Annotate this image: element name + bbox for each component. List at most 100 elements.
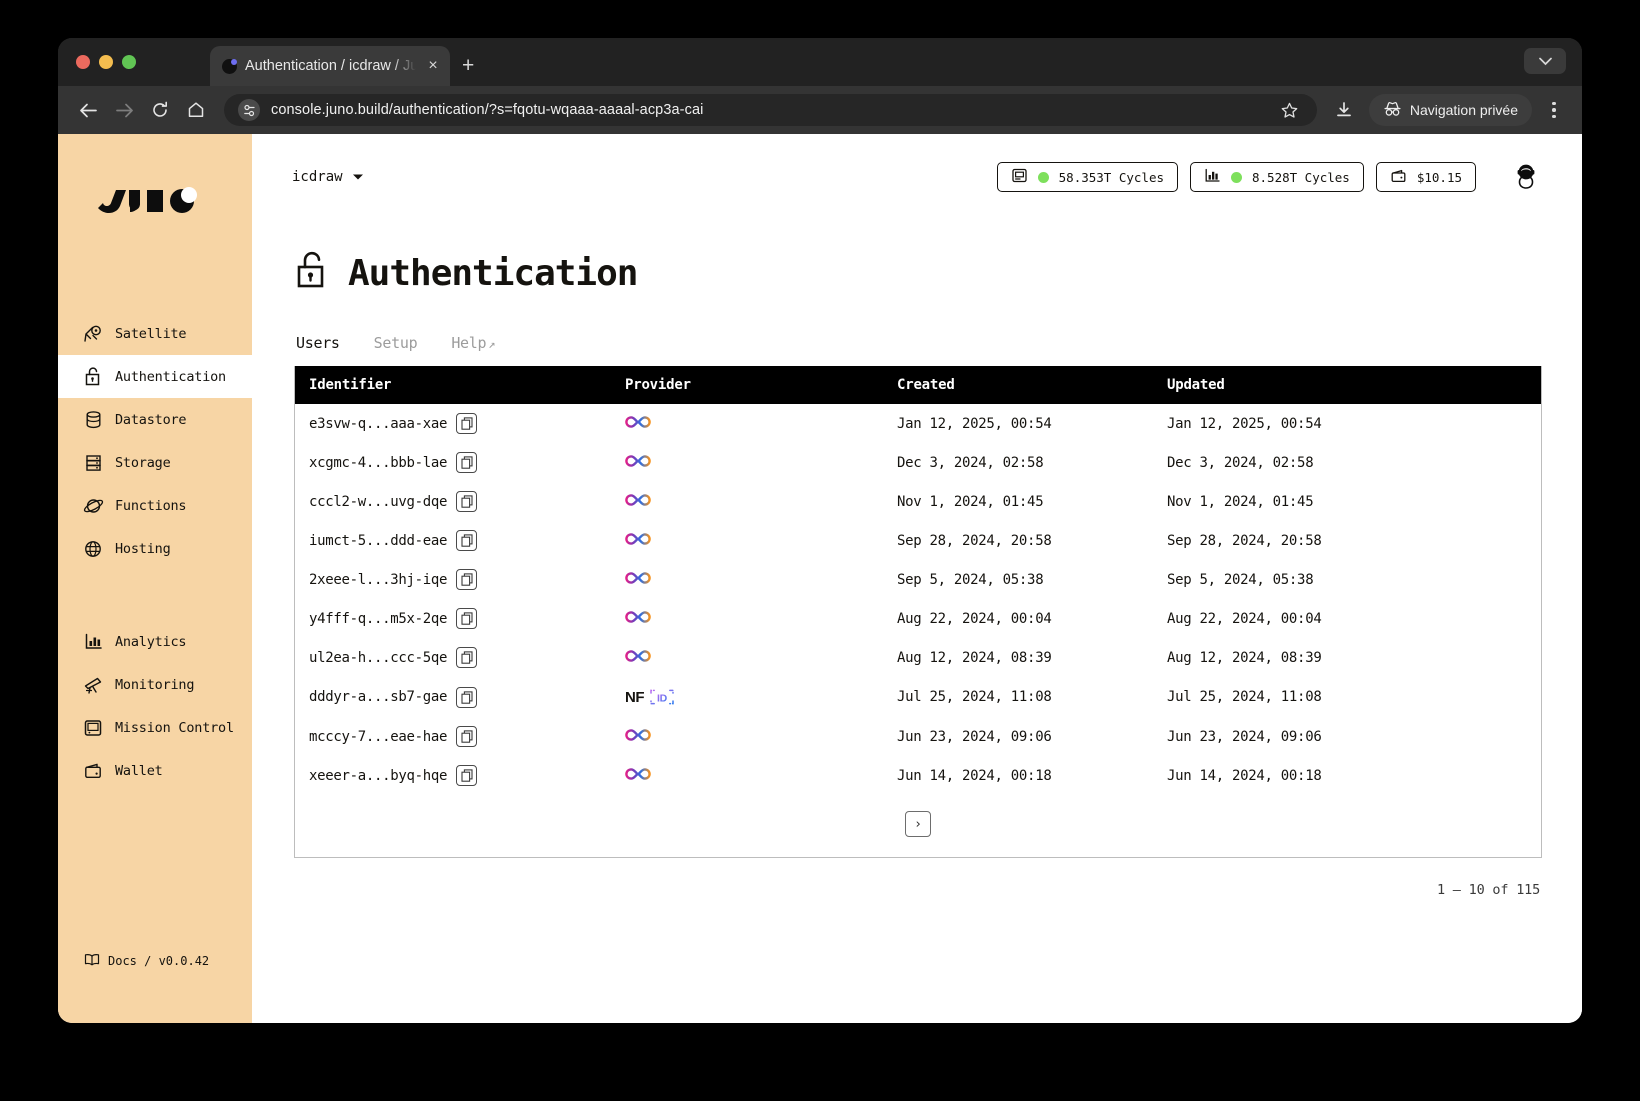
sidebar-item-satellite[interactable]: Satellite [58, 312, 252, 355]
incognito-icon [1383, 101, 1402, 120]
identifier-text: xeeer-a...byq-hqe [309, 767, 448, 784]
cell-identifier: cccl2-w...uvg-dqe [295, 482, 625, 521]
copy-icon[interactable] [456, 686, 478, 708]
copy-icon[interactable] [456, 452, 478, 473]
copy-icon[interactable] [456, 647, 478, 668]
cell-updated: Jul 25, 2024, 11:08 [1167, 689, 1322, 705]
planet-icon [82, 495, 104, 517]
minimize-window-button[interactable] [99, 55, 113, 69]
cell-created: Aug 12, 2024, 08:39 [897, 649, 1052, 666]
identifier-text: y4fff-q...m5x-2qe [309, 610, 448, 627]
table-row[interactable]: e3svw-q...aaa-xae Jan 12, 2025, 00:54 Jan … [295, 404, 1541, 443]
table-row[interactable]: iumct-5...ddd-eae Sep 28, 2024, 20:58 Sep … [295, 521, 1541, 560]
table-row[interactable]: ul2ea-h...ccc-5qe Aug 12, 2024, 08:39 Aug … [295, 638, 1541, 677]
cell-identifier: e3svw-q...aaa-xae [295, 404, 625, 443]
sidebar-item-label: Wallet [115, 762, 163, 779]
table-row[interactable]: xcgmc-4...bbb-lae Dec 3, 2024, 02:58 Dec 3… [295, 443, 1541, 482]
copy-icon[interactable] [456, 569, 478, 590]
copy-icon[interactable] [456, 530, 478, 551]
copy-icon[interactable] [456, 726, 478, 747]
cell-updated: Dec 3, 2024, 02:58 [1167, 454, 1314, 471]
satellite-cycles-pill[interactable]: 58.353T Cycles [996, 162, 1178, 192]
sidebar-item-hosting[interactable]: Hosting [58, 527, 252, 570]
bookmark-star-icon[interactable] [1275, 95, 1305, 125]
maximize-window-button[interactable] [122, 55, 136, 69]
cell-updated: Jan 12, 2025, 00:54 [1167, 415, 1322, 432]
docs-link[interactable]: Docs / v0.0.42 [58, 953, 252, 969]
sidebar-item-datastore[interactable]: Datastore [58, 398, 252, 441]
copy-icon[interactable] [456, 491, 478, 512]
copy-icon[interactable] [456, 608, 478, 629]
sidebar-item-label: Analytics [115, 633, 187, 650]
wallet-balance-pill[interactable]: $10.15 [1375, 162, 1476, 192]
pagination: › [295, 795, 1541, 857]
sidebar-item-label: Datastore [115, 411, 187, 428]
tab-help[interactable]: Help ↗ [451, 334, 495, 352]
sidebar-item-mission-control[interactable]: Mission Control [58, 706, 252, 749]
cell-updated: Sep 5, 2024, 05:38 [1167, 571, 1314, 588]
column-header-identifier: Identifier [295, 366, 625, 404]
cell-provider [625, 717, 897, 756]
reload-button[interactable] [144, 94, 176, 126]
private-browsing-indicator[interactable]: Navigation privée [1368, 94, 1532, 126]
internet-identity-icon [625, 571, 651, 589]
copy-icon[interactable] [456, 413, 478, 434]
page-header: Authentication [294, 250, 1542, 296]
sidebar-group-secondary: Analytics Monitoring Mission Control Wal… [58, 620, 252, 792]
sidebar-item-storage[interactable]: Storage [58, 441, 252, 484]
table-row[interactable]: mcccy-7...eae-hae Jun 23, 2024, 09:06 Jun … [295, 717, 1541, 756]
analytics-cycles-pill[interactable]: 8.528T Cycles [1190, 162, 1364, 192]
cell-updated: Jun 14, 2024, 00:18 [1167, 767, 1322, 784]
table-row[interactable]: xeeer-a...byq-hqe Jun 14, 2024, 00:18 Jun … [295, 756, 1541, 795]
site-settings-icon[interactable] [238, 99, 260, 121]
cell-provider [625, 482, 897, 521]
home-button[interactable] [180, 94, 212, 126]
identifier-text: dddyr-a...sb7-gae [309, 689, 448, 705]
address-bar[interactable]: console.juno.build/authentication/?s=fqo… [224, 94, 1317, 126]
chevron-down-icon[interactable] [1524, 48, 1566, 74]
browser-tab[interactable]: Authentication / icdraw / Juno × [210, 46, 450, 86]
users-table: Identifier Provider Created Updated e3sv… [295, 366, 1541, 795]
storage-icon [82, 452, 104, 474]
next-page-button[interactable]: › [905, 811, 931, 837]
downloads-icon[interactable] [1329, 95, 1359, 125]
juno-logo[interactable] [58, 134, 252, 260]
sidebar-item-authentication[interactable]: Authentication [58, 355, 252, 398]
tab-users[interactable]: Users [296, 334, 340, 352]
tab-setup[interactable]: Setup [374, 334, 418, 352]
close-icon[interactable]: × [424, 58, 442, 74]
sidebar-item-monitoring[interactable]: Monitoring [58, 663, 252, 706]
column-header-updated: Updated [1167, 366, 1541, 404]
sidebar-item-wallet[interactable]: Wallet [58, 749, 252, 792]
satellite-selector[interactable]: icdraw [292, 169, 364, 185]
table-row[interactable]: 2xeee-l...3hj-iqe Sep 5, 2024, 05:38 Sep 5… [295, 560, 1541, 599]
satellite-cycles-label: 58.353T Cycles [1058, 169, 1164, 185]
table-row[interactable]: y4fff-q...m5x-2qe Aug 22, 2024, 00:04 Aug … [295, 599, 1541, 638]
page-viewport: Satellite Authentication Datastore Stora… [58, 134, 1582, 1023]
sidebar-item-analytics[interactable]: Analytics [58, 620, 252, 663]
satellite-chip-icon [1011, 167, 1028, 187]
new-tab-button[interactable]: + [462, 55, 474, 76]
users-table-body: e3svw-q...aaa-xae Jan 12, 2025, 00:54 Jan … [295, 404, 1541, 795]
table-row[interactable]: dddyr-a...sb7-gae NF ID Jul 25, 2024, 11:08… [295, 677, 1541, 717]
status-dot-green [1037, 171, 1049, 183]
sidebar-item-functions[interactable]: Functions [58, 484, 252, 527]
table-row[interactable]: cccl2-w...uvg-dqe Nov 1, 2024, 01:45 Nov 1… [295, 482, 1541, 521]
astronaut-avatar-icon[interactable] [1506, 157, 1546, 197]
forward-button[interactable] [108, 94, 140, 126]
cell-identifier: y4fff-q...m5x-2qe [295, 599, 625, 638]
internet-identity-icon [625, 415, 651, 433]
app-topbar: icdraw 58.353T Cycles 8.528T Cycles $10.… [252, 134, 1582, 220]
copy-icon[interactable] [456, 765, 478, 786]
nfid-logo-icon: NF ID [625, 686, 897, 708]
back-button[interactable] [72, 94, 104, 126]
results-count: 1 – 10 of 115 [1436, 882, 1540, 898]
tab-help-label: Help [451, 334, 487, 352]
close-window-button[interactable] [76, 55, 90, 69]
chevron-down-icon [352, 169, 364, 185]
globe-icon [82, 538, 104, 560]
browser-menu-button[interactable] [1540, 94, 1568, 126]
open-lock-icon [294, 250, 330, 296]
lock-icon [82, 366, 104, 388]
cell-identifier: dddyr-a...sb7-gae [295, 677, 625, 717]
